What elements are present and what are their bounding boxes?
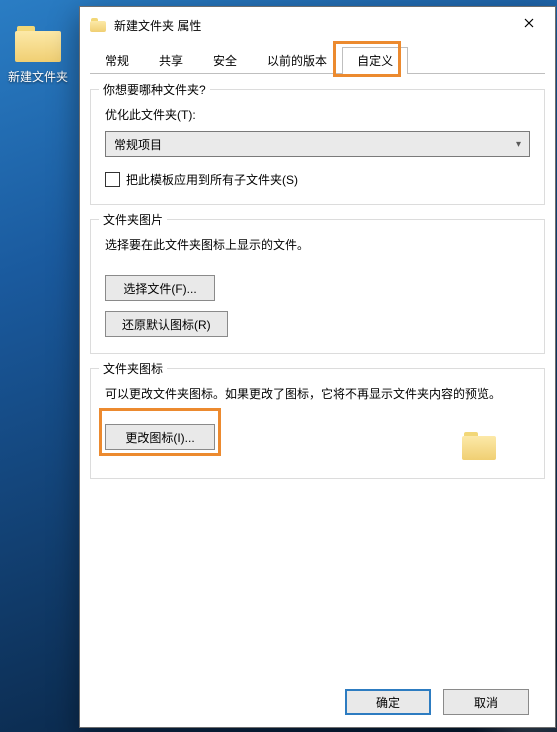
- folder-icon: [462, 432, 496, 460]
- dialog-body: 你想要哪种文件夹? 优化此文件夹(T): 常规项目 ▾ 把此模板应用到所有子文件…: [90, 75, 545, 667]
- tab-bar: 常规 共享 安全 以前的版本 自定义: [90, 45, 545, 74]
- dialog-footer: 确定 取消: [80, 689, 555, 715]
- folder-icon-desc: 可以更改文件夹图标。如果更改了图标，它将不再显示文件夹内容的预览。: [105, 385, 530, 404]
- tab-previous-versions[interactable]: 以前的版本: [252, 47, 342, 74]
- apply-subfolders-label: 把此模板应用到所有子文件夹(S): [126, 171, 298, 188]
- folder-icon: [15, 26, 61, 62]
- optimize-select[interactable]: 常规项目 ▾: [105, 131, 530, 157]
- group-title-folder-picture: 文件夹图片: [99, 211, 167, 228]
- properties-dialog: 新建文件夹 属性 常规 共享 安全 以前的版本 自定义 你想要哪种文件夹? 优化…: [79, 6, 556, 728]
- folder-picture-desc: 选择要在此文件夹图标上显示的文件。: [105, 236, 530, 255]
- restore-default-icon-button[interactable]: 还原默认图标(R): [105, 311, 228, 337]
- tab-customize[interactable]: 自定义: [342, 47, 408, 74]
- tab-security[interactable]: 安全: [198, 47, 252, 74]
- folder-icon-preview: [462, 432, 496, 460]
- group-folder-type: 你想要哪种文件夹? 优化此文件夹(T): 常规项目 ▾ 把此模板应用到所有子文件…: [90, 89, 545, 205]
- tab-sharing[interactable]: 共享: [144, 47, 198, 74]
- optimize-select-value: 常规项目: [114, 136, 162, 153]
- cancel-button[interactable]: 取消: [443, 689, 529, 715]
- close-icon: [524, 18, 534, 28]
- group-folder-icon: 文件夹图标 可以更改文件夹图标。如果更改了图标，它将不再显示文件夹内容的预览。 …: [90, 368, 545, 479]
- group-title-folder-icon: 文件夹图标: [99, 360, 167, 377]
- group-folder-picture: 文件夹图片 选择要在此文件夹图标上显示的文件。 选择文件(F)... 还原默认图…: [90, 219, 545, 354]
- checkbox-icon: [105, 172, 120, 187]
- desktop-folder-icon[interactable]: 新建文件夹: [6, 26, 70, 85]
- chevron-down-icon: ▾: [516, 139, 521, 150]
- dialog-title: 新建文件夹 属性: [114, 17, 507, 34]
- desktop-background: 新建文件夹 新建文件夹 属性 常规 共享 安全 以前的版本 自定义 你想要哪种文: [0, 0, 557, 732]
- annotation-highlight-change-icon: 更改图标(I)...: [105, 414, 215, 450]
- group-title-folder-type: 你想要哪种文件夹?: [99, 81, 210, 98]
- desktop-folder-label: 新建文件夹: [6, 68, 70, 85]
- change-icon-button[interactable]: 更改图标(I)...: [105, 424, 215, 450]
- folder-icon: [90, 18, 106, 32]
- apply-subfolders-checkbox[interactable]: 把此模板应用到所有子文件夹(S): [105, 171, 530, 188]
- choose-file-button[interactable]: 选择文件(F)...: [105, 275, 215, 301]
- titlebar-folder-icon: [90, 18, 106, 32]
- close-button[interactable]: [507, 10, 551, 36]
- titlebar: 新建文件夹 属性: [80, 7, 555, 39]
- ok-button[interactable]: 确定: [345, 689, 431, 715]
- tab-general[interactable]: 常规: [90, 47, 144, 74]
- optimize-label: 优化此文件夹(T):: [105, 106, 530, 123]
